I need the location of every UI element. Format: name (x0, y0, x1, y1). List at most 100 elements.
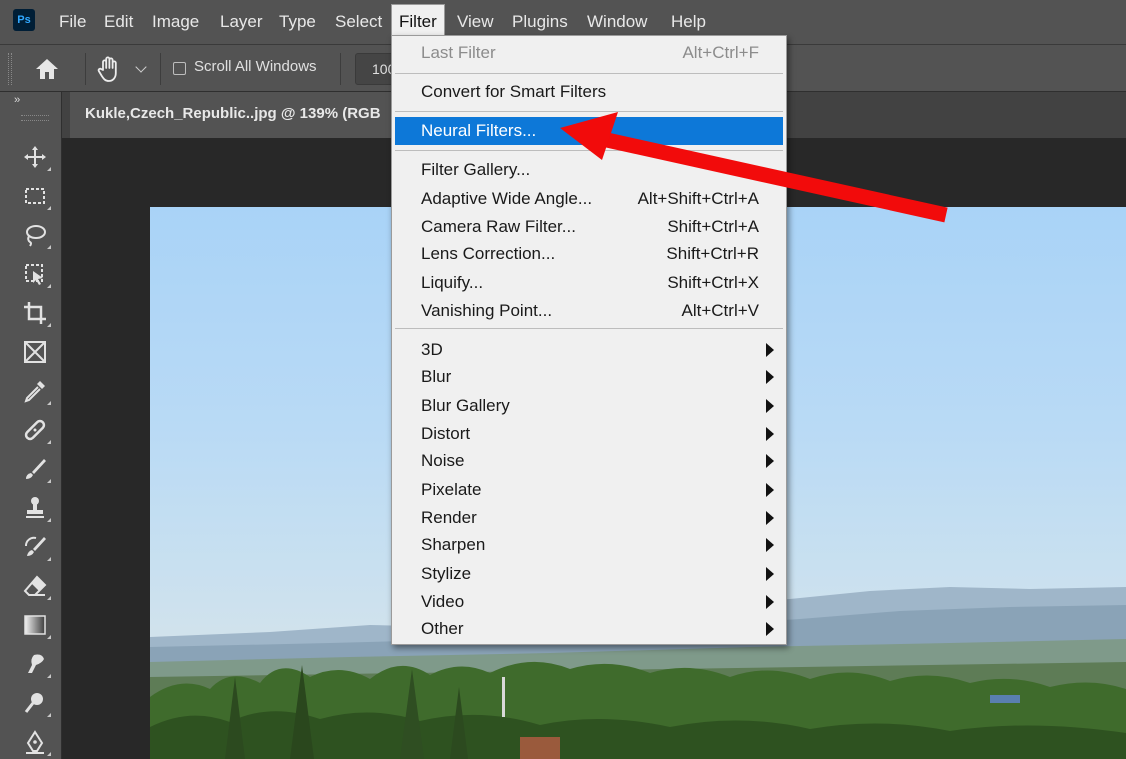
chevron-down-icon[interactable] (135, 61, 147, 73)
menu-item-shortcut: Shift+Ctrl+A (667, 217, 759, 236)
eyedropper-tool-icon[interactable] (18, 374, 52, 408)
menu-layer[interactable]: Layer (213, 0, 270, 44)
menu-item-label: Adaptive Wide Angle... (421, 189, 593, 208)
document-title: Kukle,Czech_Republic..jpg @ 139% (RGB (85, 105, 381, 122)
submenu-arrow-icon (766, 511, 774, 525)
marquee-tool-icon[interactable] (18, 179, 52, 213)
menu-item-label: Convert for Smart Filters (421, 82, 607, 101)
menu-item-vanishing-point[interactable]: Vanishing Point... Alt+Ctrl+V (393, 297, 785, 325)
submenu-arrow-icon (766, 595, 774, 609)
toolbar-grip[interactable] (21, 115, 49, 121)
menu-select[interactable]: Select (328, 0, 389, 44)
menu-item-3d[interactable]: 3D (393, 336, 785, 364)
menu-item-stylize[interactable]: Stylize (393, 560, 785, 588)
options-separator (160, 53, 161, 85)
home-icon (36, 59, 58, 79)
lasso-tool-icon[interactable] (18, 218, 52, 252)
frame-tool-icon[interactable] (18, 335, 52, 369)
menu-item-label: Blur (421, 367, 452, 386)
menu-item-shortcut: Alt+Shift+Ctrl+A (637, 189, 759, 208)
menu-type[interactable]: Type (272, 0, 323, 44)
menu-item-label: Distort (421, 424, 471, 443)
menu-image[interactable]: Image (145, 0, 206, 44)
menu-item-label: Noise (421, 451, 465, 470)
clone-stamp-tool-icon[interactable] (18, 491, 52, 525)
filter-menu-dropdown: Last Filter Alt+Ctrl+F Convert for Smart… (391, 35, 787, 645)
submenu-arrow-icon (766, 622, 774, 636)
zoom-percent-field[interactable]: 100% (355, 53, 395, 85)
hand-tool-preset-button[interactable] (94, 53, 128, 85)
object-selection-tool-icon[interactable] (18, 257, 52, 291)
menu-separator (395, 111, 783, 112)
menu-item-label: Blur Gallery (421, 396, 510, 415)
menu-item-sharpen[interactable]: Sharpen (393, 531, 785, 559)
menu-item-pixelate[interactable]: Pixelate (393, 476, 785, 504)
tools-panel: ›› (0, 92, 62, 759)
menu-item-lens-correction[interactable]: Lens Correction... Shift+Ctrl+R (393, 240, 785, 268)
menu-item-camera-raw-filter[interactable]: Camera Raw Filter... Shift+Ctrl+A (393, 213, 785, 241)
menu-item-blur-gallery[interactable]: Blur Gallery (393, 392, 785, 420)
gradient-tool-icon[interactable] (18, 608, 52, 642)
submenu-arrow-icon (766, 370, 774, 384)
menu-item-label: Vanishing Point... (421, 301, 553, 320)
menu-item-video[interactable]: Video (393, 588, 785, 616)
menu-item-label: Lens Correction... (421, 244, 556, 263)
menu-item-render[interactable]: Render (393, 504, 785, 532)
crop-tool-icon[interactable] (18, 296, 52, 330)
move-tool-icon[interactable] (18, 140, 52, 174)
scroll-all-windows-checkbox[interactable] (173, 62, 186, 75)
menu-item-adaptive-wide-angle[interactable]: Adaptive Wide Angle... Alt+Shift+Ctrl+A (393, 185, 785, 213)
menu-item-label: Filter Gallery... (421, 160, 531, 179)
menu-item-filter-gallery[interactable]: Filter Gallery... (393, 156, 785, 184)
menu-item-last-filter[interactable]: Last Filter Alt+Ctrl+F (393, 39, 785, 67)
menu-item-label: Video (421, 592, 465, 611)
submenu-arrow-icon (766, 538, 774, 552)
menu-item-shortcut: Shift+Ctrl+X (667, 273, 759, 292)
collapse-toolbar-icon[interactable]: ›› (14, 94, 20, 106)
menu-item-label: Neural Filters... (421, 121, 537, 140)
menu-edit[interactable]: Edit (97, 0, 140, 44)
submenu-arrow-icon (766, 454, 774, 468)
hand-icon (97, 56, 117, 82)
menu-item-blur[interactable]: Blur (393, 363, 785, 391)
pen-tool-icon[interactable] (18, 725, 52, 759)
brush-tool-icon[interactable] (18, 452, 52, 486)
menu-separator (395, 328, 783, 329)
menu-item-label: Render (421, 508, 477, 527)
menu-item-label: Other (421, 619, 464, 638)
submenu-arrow-icon (766, 567, 774, 581)
submenu-arrow-icon (766, 427, 774, 441)
home-button[interactable] (32, 55, 62, 83)
photoshop-logo-icon[interactable]: Ps (13, 9, 35, 31)
menu-item-liquify[interactable]: Liquify... Shift+Ctrl+X (393, 269, 785, 297)
menu-item-neural-filters[interactable]: Neural Filters... (395, 117, 783, 145)
menu-item-label: 3D (421, 340, 443, 359)
menu-item-label: Stylize (421, 564, 472, 583)
menu-file[interactable]: File (52, 0, 93, 44)
menu-item-convert-smart-filters[interactable]: Convert for Smart Filters (393, 78, 785, 106)
submenu-arrow-icon (766, 399, 774, 413)
menu-item-shortcut: Shift+Ctrl+R (666, 244, 759, 263)
healing-brush-tool-icon[interactable] (18, 413, 52, 447)
eraser-tool-icon[interactable] (18, 569, 52, 603)
menu-item-label: Sharpen (421, 535, 486, 554)
menu-item-noise[interactable]: Noise (393, 447, 785, 475)
smudge-tool-icon[interactable] (18, 647, 52, 681)
menu-item-other[interactable]: Other (393, 615, 785, 643)
menu-separator (395, 73, 783, 74)
menu-item-label: Last Filter (421, 43, 496, 62)
options-separator (85, 53, 86, 85)
menu-item-shortcut: Alt+Ctrl+F (682, 43, 759, 62)
menu-item-label: Camera Raw Filter... (421, 217, 576, 236)
menu-item-label: Pixelate (421, 480, 482, 499)
scroll-all-windows-label: Scroll All Windows (194, 58, 317, 75)
dodge-tool-icon[interactable] (18, 686, 52, 720)
options-bar-grip[interactable] (8, 53, 12, 85)
menu-item-shortcut: Alt+Ctrl+V (681, 301, 759, 320)
menu-item-label: Liquify... (421, 273, 484, 292)
menu-separator (395, 150, 783, 151)
history-brush-tool-icon[interactable] (18, 530, 52, 564)
options-separator (340, 53, 341, 85)
menu-item-distort[interactable]: Distort (393, 420, 785, 448)
submenu-arrow-icon (766, 343, 774, 357)
